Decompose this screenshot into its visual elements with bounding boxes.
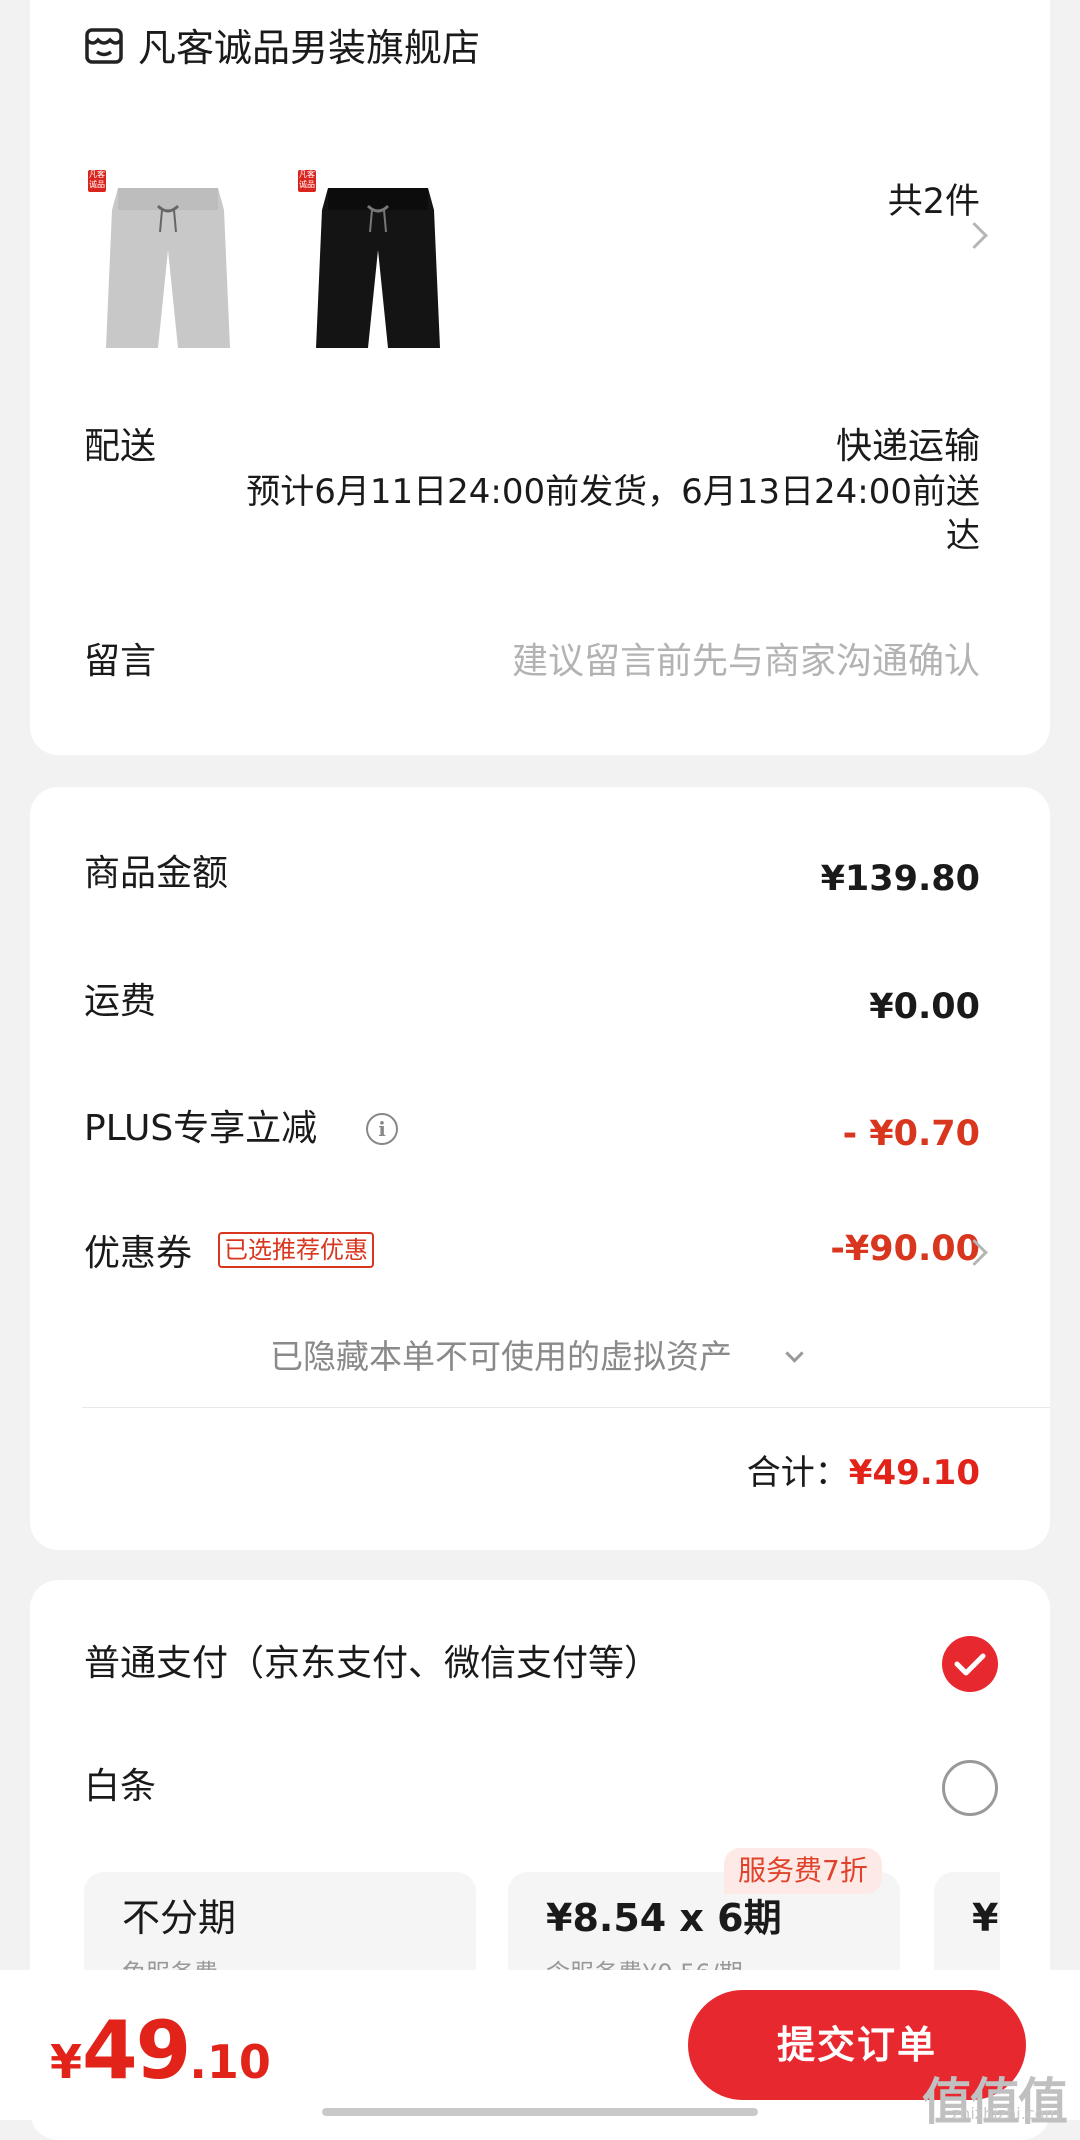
- total-row: 合计：¥49.10: [747, 1445, 980, 1494]
- message-input[interactable]: 建议留言前先与商家沟通确认: [512, 640, 980, 684]
- coupon-tag: 已选推荐优惠: [218, 1232, 374, 1268]
- check-circle-icon[interactable]: [942, 1636, 998, 1692]
- total-value: ¥49.10: [848, 1453, 980, 1493]
- bottom-total: ¥49.10: [50, 2004, 271, 2097]
- delivery-eta: 预计6月11日24:00前发货，6月13日24:00前送: [246, 472, 980, 512]
- plan-title: ¥8.54 x 6期: [546, 1896, 782, 1940]
- divider: [82, 1407, 1050, 1408]
- coupon-label: 优惠券: [84, 1233, 193, 1274]
- plan-title: ¥: [972, 1896, 999, 1940]
- payment-option-normal[interactable]: 普通支付（京东支付、微信支付等）: [84, 1642, 660, 1686]
- total-label: 合计：: [746, 1453, 849, 1493]
- plus-discount-value: - ¥0.70: [842, 1114, 980, 1154]
- watermark-url: zhizhizhi.com: [951, 2104, 1060, 2123]
- item-count[interactable]: 共2件: [888, 180, 980, 224]
- plan-title: 不分期: [122, 1896, 237, 1940]
- shop-icon: [85, 28, 123, 64]
- chevron-right-icon[interactable]: [961, 222, 988, 249]
- total-integer: 49: [82, 2004, 191, 2097]
- watermark-logo: 值值值: [922, 2073, 1068, 2131]
- info-icon[interactable]: i: [366, 1113, 398, 1145]
- total-decimal: .10: [189, 2035, 271, 2089]
- delivery-eta-cont: 达: [946, 516, 980, 556]
- shipping-label: 运费: [84, 981, 157, 1022]
- payment-option-baitiao[interactable]: 白条: [84, 1765, 156, 1809]
- hidden-assets-text: 已隐藏本单不可使用的虚拟资产: [270, 1337, 732, 1376]
- currency-symbol: ¥: [50, 2035, 83, 2089]
- delivery-label: 配送: [84, 426, 157, 467]
- coupon-value[interactable]: -¥90.00: [830, 1227, 980, 1271]
- product-thumbnail[interactable]: 凡客 诚品: [298, 170, 458, 350]
- shop-name[interactable]: 凡客诚品男装旗舰店: [138, 25, 480, 71]
- plus-discount-label: PLUS专享立减: [84, 1108, 318, 1149]
- message-label: 留言: [84, 641, 157, 682]
- goods-amount-label: 商品金额: [84, 853, 229, 894]
- shipping-value: ¥0.00: [869, 987, 980, 1027]
- goods-amount-value: ¥139.80: [820, 859, 980, 899]
- home-indicator[interactable]: [322, 2108, 758, 2116]
- service-fee-badge: 服务费7折: [724, 1848, 882, 1894]
- price-card: 商品金额 ¥139.80 运费 ¥0.00 PLUS专享立减 i - ¥0.70…: [30, 787, 1050, 1550]
- radio-empty-icon[interactable]: [942, 1760, 998, 1816]
- delivery-method[interactable]: 快递运输: [836, 425, 980, 469]
- product-thumbnail[interactable]: 凡客 诚品: [88, 170, 248, 350]
- hidden-assets-toggle[interactable]: 已隐藏本单不可使用的虚拟资产: [270, 1335, 732, 1379]
- chevron-down-icon[interactable]: [785, 1344, 804, 1363]
- shop-card: 凡客诚品男装旗舰店 凡客 诚品 凡客 诚品 共2件 配送 快递运输 预计6月11日2…: [30, 0, 1050, 755]
